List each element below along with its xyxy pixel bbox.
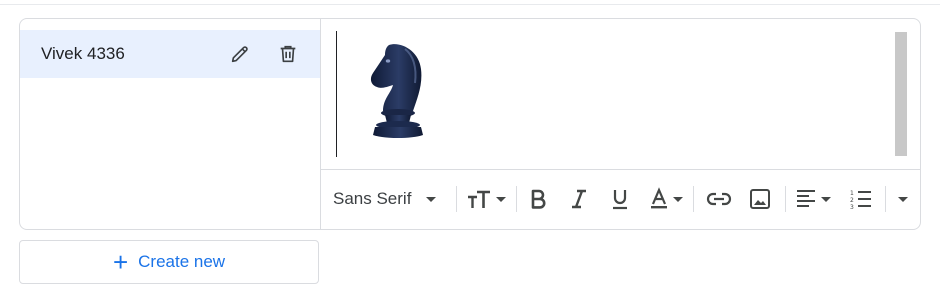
image-icon — [750, 189, 770, 209]
text-caret — [336, 31, 337, 157]
svg-text:2: 2 — [850, 197, 854, 204]
create-new-label: Create new — [138, 252, 226, 271]
numbered-list-button[interactable]: 1 2 3 — [849, 184, 873, 214]
signature-name: Vivek 4336 — [41, 44, 125, 63]
toolbar-separator — [456, 186, 457, 212]
delete-signature-button[interactable] — [274, 40, 302, 68]
font-family-select[interactable]: Sans Serif — [333, 184, 441, 214]
insert-link-button[interactable] — [706, 184, 732, 214]
editor-scrollbar[interactable] — [895, 32, 907, 156]
numbered-list-icon: 1 2 3 — [850, 190, 871, 211]
signature-list-item[interactable]: Vivek 4336 — [20, 30, 320, 78]
toolbar-separator — [516, 186, 517, 212]
top-divider — [0, 4, 940, 5]
link-icon — [706, 192, 732, 206]
italic-button[interactable] — [567, 184, 591, 214]
signature-list: Vivek 4336 — [20, 19, 321, 229]
chevron-down-icon — [426, 197, 437, 202]
align-icon — [797, 190, 831, 207]
signature-editor[interactable] — [321, 19, 920, 169]
underline-icon — [613, 190, 627, 210]
toolbar-separator — [785, 186, 786, 212]
font-family-label: Sans Serif — [333, 189, 412, 208]
more-formatting-button[interactable] — [893, 184, 913, 214]
svg-text:3: 3 — [850, 204, 854, 211]
plus-icon: + — [112, 247, 129, 277]
align-button[interactable] — [795, 184, 837, 214]
formatting-toolbar: Sans Serif 1 2 3 — [321, 169, 920, 229]
toolbar-separator — [885, 186, 886, 212]
create-new-button[interactable]: + Create new — [19, 240, 319, 284]
italic-icon — [572, 189, 586, 209]
insert-image-button[interactable] — [748, 184, 772, 214]
pencil-icon — [231, 46, 248, 63]
font-size-icon — [468, 190, 506, 208]
text-color-button[interactable] — [648, 184, 688, 214]
font-size-button[interactable] — [465, 184, 513, 214]
chess-knight-icon — [370, 44, 423, 138]
trash-icon — [280, 45, 296, 63]
chevron-down-icon — [898, 197, 908, 202]
signature-panel: Vivek 4336 Sans Serif 1 2 3 — [19, 18, 921, 230]
underline-button[interactable] — [608, 184, 632, 214]
bold-icon — [531, 189, 546, 209]
svg-text:1: 1 — [850, 190, 854, 197]
toolbar-separator — [693, 186, 694, 212]
bold-button[interactable] — [526, 184, 550, 214]
text-color-icon — [651, 187, 683, 209]
edit-signature-button[interactable] — [226, 40, 254, 68]
